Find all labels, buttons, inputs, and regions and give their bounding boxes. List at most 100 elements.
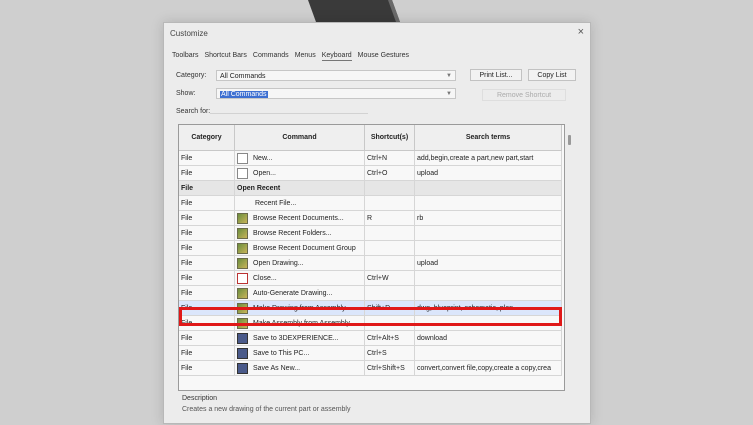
category-cell: File bbox=[179, 346, 235, 361]
tab-shortcut-bars[interactable]: Shortcut Bars bbox=[204, 51, 246, 61]
category-cell: File bbox=[179, 211, 235, 226]
tab-keyboard[interactable]: Keyboard bbox=[321, 51, 352, 61]
shortcut-cell[interactable] bbox=[365, 196, 415, 211]
shortcut-cell[interactable]: Ctrl+W bbox=[365, 271, 415, 286]
command-label: Browse Recent Document Group bbox=[253, 244, 356, 252]
command-cell: Auto-Generate Drawing... bbox=[235, 286, 365, 301]
commands-table: Category Command Shortcut(s) Search terms Fi… bbox=[178, 124, 565, 391]
shortcut-cell[interactable]: Ctrl+N bbox=[365, 151, 415, 166]
command-label: Save to This PC... bbox=[253, 349, 310, 357]
show-label: Show: bbox=[176, 90, 196, 97]
shortcut-cell[interactable]: Ctrl+S bbox=[365, 346, 415, 361]
scrollbar-thumb[interactable] bbox=[568, 135, 571, 145]
search-terms-cell[interactable] bbox=[415, 196, 562, 211]
command-cell: Recent File... bbox=[235, 196, 365, 211]
command-label: Browse Recent Documents... bbox=[253, 214, 344, 222]
customize-dialog: Customize × Toolbars Shortcut Bars Command… bbox=[163, 22, 591, 424]
copy-list-button[interactable]: Copy List bbox=[528, 69, 576, 81]
search-terms-cell[interactable]: convert,convert file,copy,create a copy,… bbox=[415, 361, 562, 376]
search-terms-cell[interactable] bbox=[415, 316, 562, 331]
column-header-search-terms[interactable]: Search terms bbox=[415, 125, 562, 151]
search-terms-cell[interactable]: add,begin,create a part,new part,start bbox=[415, 151, 562, 166]
category-cell: File bbox=[179, 316, 235, 331]
command-icon bbox=[237, 347, 248, 359]
command-cell: New... bbox=[235, 151, 365, 166]
command-icon bbox=[237, 242, 248, 254]
command-cell: Open Recent bbox=[235, 181, 365, 196]
search-terms-cell[interactable]: rb bbox=[415, 211, 562, 226]
close-icon[interactable]: × bbox=[578, 26, 584, 38]
search-terms-cell[interactable] bbox=[415, 226, 562, 241]
command-icon bbox=[237, 227, 248, 239]
tab-commands[interactable]: Commands bbox=[253, 51, 289, 61]
search-terms-cell[interactable] bbox=[415, 286, 562, 301]
search-terms-cell[interactable]: upload bbox=[415, 256, 562, 271]
command-cell: Open Drawing... bbox=[235, 256, 365, 271]
show-value: All Commands bbox=[220, 91, 268, 98]
column-header-category[interactable]: Category bbox=[179, 125, 235, 151]
table-grid: Category Command Shortcut(s) Search terms Fi… bbox=[179, 125, 564, 376]
chevron-down-icon: ▼ bbox=[446, 73, 452, 79]
search-terms-cell[interactable]: download bbox=[415, 331, 562, 346]
search-terms-cell[interactable]: upload bbox=[415, 166, 562, 181]
search-terms-cell[interactable]: dwg, blueprint, schematic, plan bbox=[415, 301, 562, 316]
shortcut-cell[interactable] bbox=[365, 181, 415, 196]
search-terms-cell[interactable] bbox=[415, 241, 562, 256]
dialog-title: Customize bbox=[170, 29, 208, 38]
command-label: Browse Recent Folders... bbox=[253, 229, 332, 237]
category-cell: File bbox=[179, 301, 235, 316]
command-icon bbox=[237, 212, 248, 224]
command-icon bbox=[237, 317, 248, 329]
command-cell: Open... bbox=[235, 166, 365, 181]
category-label: Category: bbox=[176, 72, 207, 79]
show-dropdown[interactable]: All Commands ▼ bbox=[216, 88, 456, 99]
category-cell: File bbox=[179, 271, 235, 286]
category-cell: File bbox=[179, 256, 235, 271]
command-icon bbox=[237, 257, 248, 269]
command-label: Open Recent bbox=[237, 184, 281, 192]
command-label: Make Drawing from Assembly... bbox=[253, 304, 351, 312]
column-header-shortcut-s[interactable]: Shortcut(s) bbox=[365, 125, 415, 151]
tab-menus[interactable]: Menus bbox=[295, 51, 316, 61]
search-terms-cell[interactable] bbox=[415, 271, 562, 286]
command-cell: Make Assembly from Assembly... bbox=[235, 316, 365, 331]
shortcut-cell[interactable] bbox=[365, 241, 415, 256]
shortcut-cell[interactable]: Ctrl+Alt+S bbox=[365, 331, 415, 346]
search-terms-cell[interactable] bbox=[415, 346, 562, 361]
category-cell: File bbox=[179, 241, 235, 256]
shortcut-cell[interactable] bbox=[365, 226, 415, 241]
column-header-command[interactable]: Command bbox=[235, 125, 365, 151]
command-icon bbox=[237, 302, 248, 314]
shortcut-cell[interactable] bbox=[365, 316, 415, 331]
command-icon bbox=[237, 332, 248, 344]
command-label: Save to 3DEXPERIENCE... bbox=[253, 334, 339, 342]
shortcut-cell[interactable]: Ctrl+O bbox=[365, 166, 415, 181]
search-input[interactable] bbox=[210, 105, 368, 114]
print-list-button[interactable]: Print List... bbox=[470, 69, 522, 81]
search-terms-cell[interactable] bbox=[415, 181, 562, 196]
command-label: Recent File... bbox=[255, 199, 297, 207]
chevron-down-icon: ▼ bbox=[446, 91, 452, 97]
command-label: Open Drawing... bbox=[253, 259, 304, 267]
category-cell: File bbox=[179, 361, 235, 376]
command-icon bbox=[237, 167, 248, 179]
command-label: Make Assembly from Assembly... bbox=[253, 319, 356, 327]
command-cell: Make Drawing from Assembly... bbox=[235, 301, 365, 316]
shortcut-cell[interactable]: Shift+D bbox=[365, 301, 415, 316]
command-cell: Save to This PC... bbox=[235, 346, 365, 361]
command-cell: Close... bbox=[235, 271, 365, 286]
tab-toolbars[interactable]: Toolbars bbox=[172, 51, 198, 61]
shortcut-cell[interactable]: R bbox=[365, 211, 415, 226]
description-text: Creates a new drawing of the current par… bbox=[182, 406, 351, 413]
remove-shortcut-button[interactable]: Remove Shortcut bbox=[482, 89, 566, 101]
command-label: New... bbox=[253, 154, 273, 162]
command-cell: Browse Recent Document Group bbox=[235, 241, 365, 256]
command-cell: Browse Recent Documents... bbox=[235, 211, 365, 226]
category-cell: File bbox=[179, 151, 235, 166]
category-dropdown[interactable]: All Commands ▼ bbox=[216, 70, 456, 81]
command-cell: Save As New... bbox=[235, 361, 365, 376]
shortcut-cell[interactable]: Ctrl+Shift+S bbox=[365, 361, 415, 376]
tab-mouse-gestures[interactable]: Mouse Gestures bbox=[358, 51, 409, 61]
shortcut-cell[interactable] bbox=[365, 286, 415, 301]
shortcut-cell[interactable] bbox=[365, 256, 415, 271]
